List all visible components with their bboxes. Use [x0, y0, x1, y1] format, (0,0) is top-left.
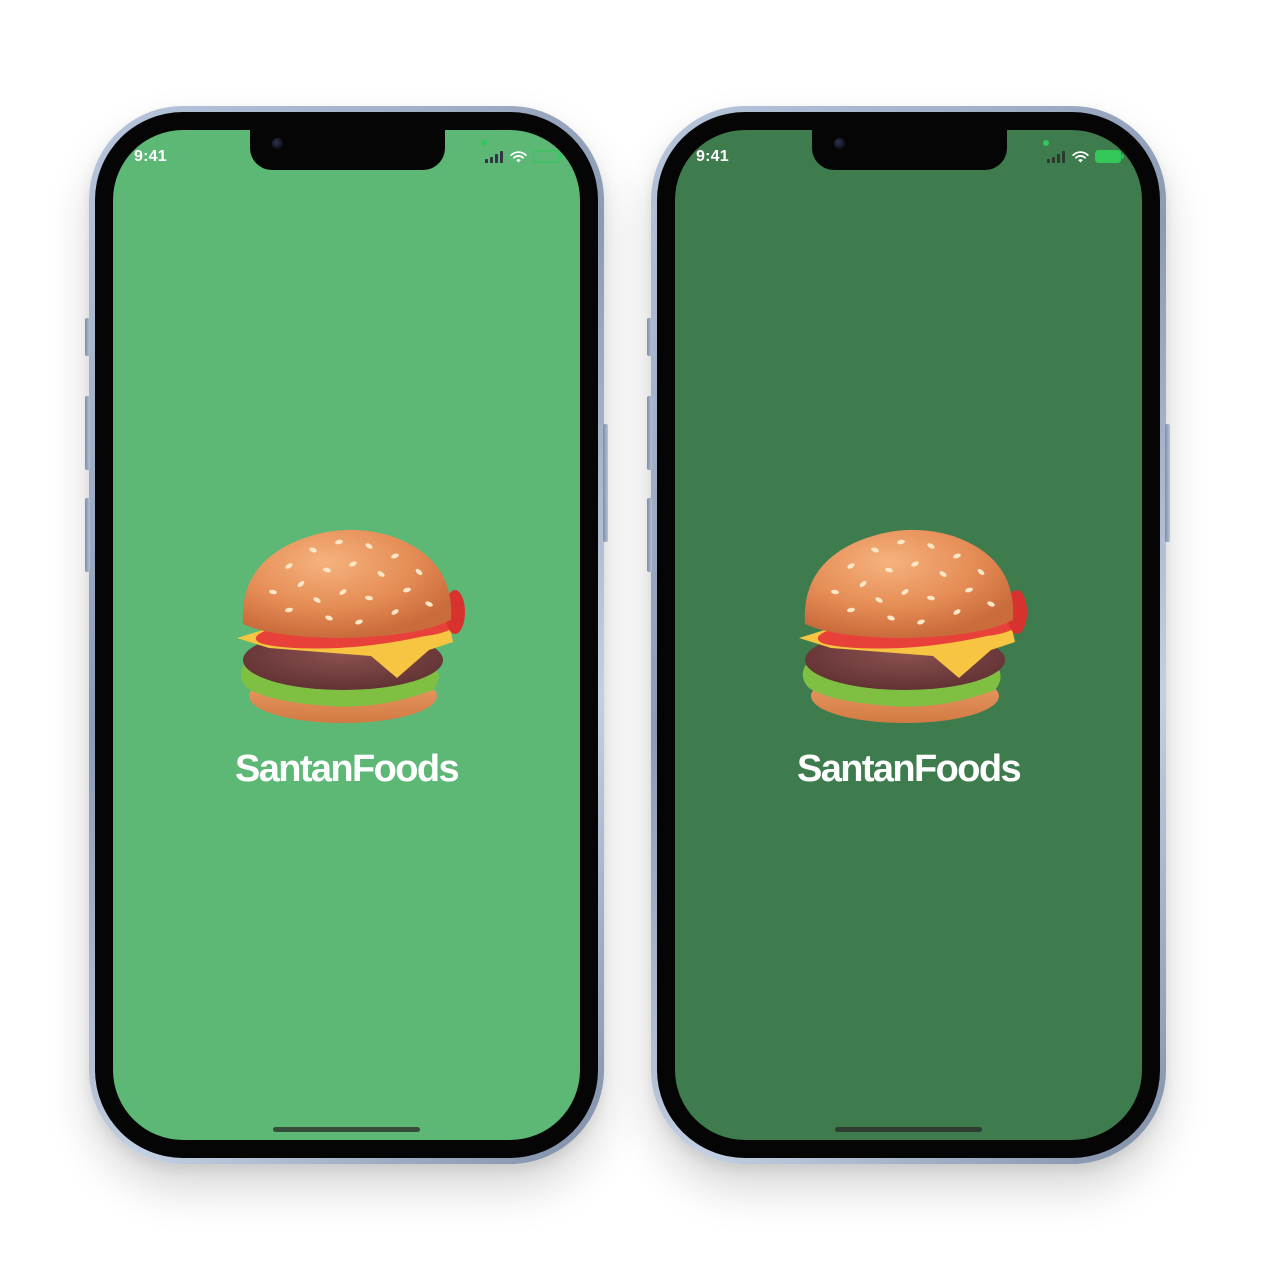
volume-down-button: [85, 498, 90, 572]
volume-up-button: [647, 396, 652, 470]
battery-icon: [1095, 150, 1124, 163]
wifi-icon: [510, 150, 527, 162]
front-camera-icon: [272, 138, 283, 149]
splash-screen-dark: 9:41 SantanFoods: [675, 130, 1142, 1140]
volume-down-button: [647, 498, 652, 572]
brand-name: SantanFoods: [234, 748, 460, 790]
battery-icon: [533, 150, 562, 163]
silent-switch: [85, 318, 90, 356]
notch: [812, 130, 1007, 170]
cellular-signal-icon: [1047, 150, 1065, 163]
notch: [250, 130, 445, 170]
wifi-icon: [1072, 150, 1089, 162]
hamburger-icon: [236, 529, 465, 723]
phone-frame-light: 9:41 SantanFoods: [85, 106, 608, 1164]
mockup-stage: 9:41 SantanFoods 9:41 SantanFoods: [0, 0, 1278, 1283]
cellular-signal-icon: [485, 150, 503, 163]
power-button: [603, 424, 608, 542]
power-button: [1165, 424, 1170, 542]
silent-switch: [647, 318, 652, 356]
splash-content: SantanFoods: [675, 520, 1142, 791]
home-indicator[interactable]: [273, 1127, 420, 1132]
splash-screen-light: 9:41 SantanFoods: [113, 130, 580, 1140]
status-time: 9:41: [696, 148, 729, 165]
home-indicator[interactable]: [835, 1127, 982, 1132]
hamburger-icon: [798, 529, 1027, 723]
status-time: 9:41: [134, 148, 167, 165]
splash-content: SantanFoods: [113, 520, 580, 791]
privacy-indicator-dot: [1043, 140, 1049, 146]
front-camera-icon: [834, 138, 845, 149]
brand-name: SantanFoods: [796, 748, 1022, 790]
status-icons: [485, 150, 562, 163]
volume-up-button: [85, 396, 90, 470]
phone-frame-dark: 9:41 SantanFoods: [647, 106, 1170, 1164]
status-icons: [1047, 150, 1124, 163]
privacy-indicator-dot: [481, 140, 487, 146]
